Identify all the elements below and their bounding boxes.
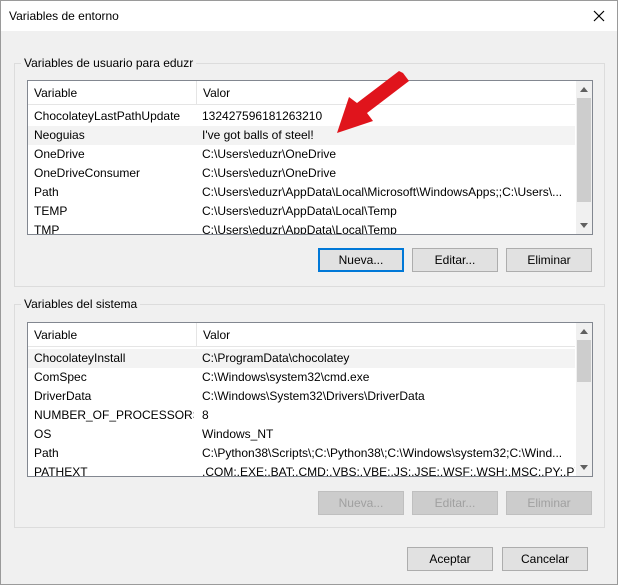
close-icon — [593, 10, 605, 22]
scroll-up-button[interactable] — [576, 81, 592, 98]
variable-value: Windows_NT — [202, 427, 274, 441]
table-row[interactable]: OS Windows_NT — [28, 425, 575, 444]
title-bar: Variables de entorno — [1, 1, 617, 31]
variable-value: C:\Python38\Scripts\;C:\Python38\;C:\Win… — [202, 446, 563, 460]
table-row[interactable]: TEMP C:\Users\eduzr\AppData\Local\Temp — [28, 202, 575, 221]
variable-value: C:\Windows\System32\Drivers\DriverData — [202, 389, 425, 403]
table-row[interactable]: Path C:\Users\eduzr\AppData\Local\Microso… — [28, 183, 575, 202]
cancel-button[interactable]: Cancelar — [502, 547, 588, 571]
variable-value: C:\Users\eduzr\OneDrive — [202, 147, 337, 161]
variable-name: ChocolateyLastPathUpdate — [34, 109, 181, 123]
variable-value: .COM;.EXE;.BAT;.CMD;.VBS;.VBE;.JS;.JSE;.… — [202, 465, 582, 477]
variable-name: TEMP — [34, 204, 68, 218]
variable-name: TMP — [34, 223, 60, 235]
system-new-button[interactable]: Nueva... — [318, 491, 404, 515]
chevron-up-icon — [580, 87, 588, 92]
ok-button[interactable]: Aceptar — [407, 547, 493, 571]
variable-name: ChocolateyInstall — [34, 351, 126, 365]
variable-name: ComSpec — [34, 370, 87, 384]
environment-variables-dialog: Variables de entorno Variables de usuari… — [0, 0, 618, 585]
system-col-value[interactable]: Valor — [196, 323, 577, 347]
variable-name: Path — [34, 185, 59, 199]
table-row[interactable]: OneDrive C:\Users\eduzr\OneDrive — [28, 145, 575, 164]
user-list-scrollbar[interactable] — [575, 81, 592, 234]
system-edit-button[interactable]: Editar... — [412, 491, 498, 515]
scroll-up-button[interactable] — [576, 323, 592, 340]
variable-name: OneDrive — [34, 147, 85, 161]
variable-name: PATHEXT — [34, 465, 88, 477]
scroll-down-button[interactable] — [576, 217, 592, 234]
close-button[interactable] — [581, 1, 617, 31]
variable-name: DriverData — [34, 389, 92, 403]
table-row[interactable]: OneDriveConsumer C:\Users\eduzr\OneDrive — [28, 164, 575, 183]
table-row[interactable]: NUMBER_OF_PROCESSORS 8 — [28, 406, 575, 425]
user-edit-button[interactable]: Editar... — [412, 248, 498, 272]
system-list-header: Variable Valor — [28, 323, 592, 347]
user-variables-list[interactable]: Variable Valor ChocolateyLastPathUpdate 1… — [27, 80, 593, 235]
scroll-thumb[interactable] — [577, 98, 591, 202]
user-new-button[interactable]: Nueva... — [318, 248, 404, 272]
chevron-down-icon — [580, 223, 588, 228]
table-row[interactable]: DriverData C:\Windows\System32\Drivers\Dr… — [28, 387, 575, 406]
system-rows: ChocolateyInstall C:\ProgramData\chocolat… — [28, 349, 582, 477]
user-variables-label: Variables de usuario para eduzr — [21, 56, 197, 70]
system-delete-button[interactable]: Eliminar — [506, 491, 592, 515]
user-list-header: Variable Valor — [28, 81, 592, 105]
variable-value: C:\Users\eduzr\OneDrive — [202, 166, 337, 180]
chevron-down-icon — [580, 465, 588, 470]
chevron-up-icon — [580, 329, 588, 334]
scroll-thumb[interactable] — [577, 340, 591, 382]
variable-name: OS — [34, 427, 52, 441]
variable-value: C:\ProgramData\chocolatey — [202, 351, 350, 365]
user-delete-button[interactable]: Eliminar — [506, 248, 592, 272]
user-col-value[interactable]: Valor — [196, 81, 577, 105]
table-row[interactable]: ComSpec C:\Windows\system32\cmd.exe — [28, 368, 575, 387]
table-row[interactable]: Neoguias I've got balls of steel! — [28, 126, 575, 145]
table-row[interactable]: ChocolateyInstall C:\ProgramData\chocolat… — [28, 349, 575, 368]
system-variables-label: Variables del sistema — [21, 297, 141, 311]
system-col-variable[interactable]: Variable — [28, 323, 196, 347]
variable-name: OneDriveConsumer — [34, 166, 141, 180]
variable-value: C:\Users\eduzr\AppData\Local\Microsoft\W… — [202, 185, 563, 199]
variable-value: 132427596181263210 — [202, 109, 323, 123]
variable-name: Neoguias — [34, 128, 85, 142]
system-list-scrollbar[interactable] — [575, 323, 592, 476]
variable-value: I've got balls of steel! — [202, 128, 314, 142]
system-variables-list[interactable]: Variable Valor ChocolateyInstall C:\Progr… — [27, 322, 593, 477]
variable-name: Path — [34, 446, 59, 460]
table-row[interactable]: TMP C:\Users\eduzr\AppData\Local\Temp — [28, 221, 575, 235]
variable-value: C:\Users\eduzr\AppData\Local\Temp — [202, 223, 397, 235]
variable-name: NUMBER_OF_PROCESSORS — [34, 408, 194, 422]
user-rows: ChocolateyLastPathUpdate 1324275961812632… — [28, 107, 575, 235]
table-row[interactable]: Path C:\Python38\Scripts\;C:\Python38\;C:… — [28, 444, 575, 463]
variable-value: C:\Users\eduzr\AppData\Local\Temp — [202, 204, 397, 218]
user-col-variable[interactable]: Variable — [28, 81, 196, 105]
table-row[interactable]: PATHEXT .COM;.EXE;.BAT;.CMD;.VBS;.VBE;.JS… — [28, 463, 582, 477]
scroll-down-button[interactable] — [576, 459, 592, 476]
variable-value: C:\Windows\system32\cmd.exe — [202, 370, 370, 384]
dialog-title: Variables de entorno — [9, 9, 119, 23]
variable-value: 8 — [202, 408, 209, 422]
table-row[interactable]: ChocolateyLastPathUpdate 1324275961812632… — [28, 107, 575, 126]
